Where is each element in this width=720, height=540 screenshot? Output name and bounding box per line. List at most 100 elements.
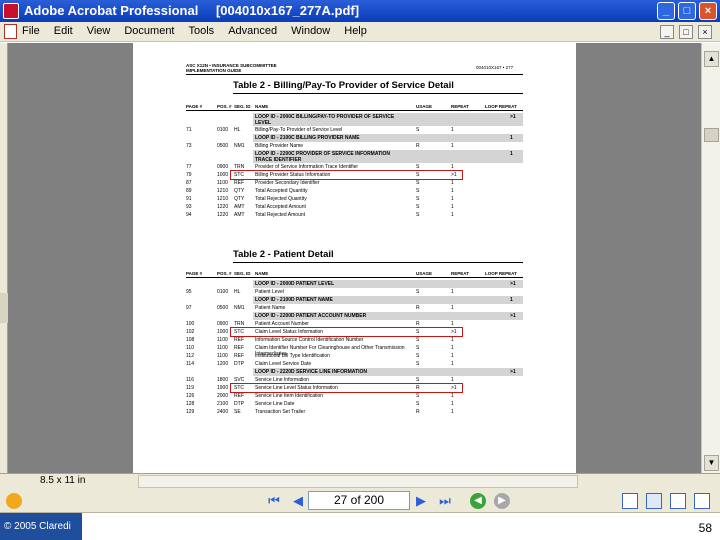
- facing-icon[interactable]: [670, 493, 686, 509]
- doc-restore-button[interactable]: □: [679, 25, 693, 39]
- table2_rows-row-1-pos: 0100: [217, 289, 229, 295]
- column-header-rule-t2: [186, 277, 523, 278]
- table1_rows-row-4-loop: 1: [510, 151, 513, 157]
- table2_rows-row-8-pos: 1100: [217, 345, 228, 351]
- table1_rows-row-5-page: 77: [186, 164, 192, 170]
- table1_rows-row-7-page: 87: [186, 180, 192, 186]
- table1_rows-row-3-name: Billing Provider Name: [255, 143, 304, 149]
- column-header-t2-3: NAME: [255, 271, 269, 276]
- menu-help[interactable]: Help: [344, 25, 367, 37]
- header-rule: [186, 74, 523, 75]
- doc-minimize-button[interactable]: _: [660, 25, 674, 39]
- menu-bar: File Edit View Document Tools Advanced Window H…: [0, 22, 720, 42]
- table2_rows-row-3-page: 97: [186, 305, 192, 311]
- table2_rows-row-1-page: 95: [186, 289, 192, 295]
- table2_rows-row-0-name: LOOP ID - 2000D PATIENT LEVEL: [255, 281, 335, 287]
- continuous-facing-icon[interactable]: [694, 493, 710, 509]
- navigation-pane: [0, 43, 8, 473]
- table2_rows-row-9-name: Institutional Bill Type Identification: [255, 353, 330, 359]
- table1_rows-row-11-usage: S: [416, 212, 420, 218]
- table1_rows-row-9-name: Total Rejected Quantity: [255, 196, 307, 202]
- column-header-t1-5: REPEAT: [451, 104, 469, 109]
- close-button[interactable]: ×: [699, 2, 717, 20]
- previous-view-icon[interactable]: ◀: [470, 493, 486, 509]
- table2_rows-row-7-usage: S: [416, 337, 420, 343]
- table2_rows-row-3-usage: R: [416, 305, 420, 311]
- menu-advanced[interactable]: Advanced: [228, 25, 277, 37]
- menu-view[interactable]: View: [87, 25, 111, 37]
- column-header-t2-1: POS. #: [217, 271, 232, 276]
- table1_rows-row-1-seg: HL: [234, 127, 241, 133]
- table1_rows-row-0-loop: >1: [510, 114, 516, 120]
- table2_rows-row-10-seg: DTP: [234, 361, 244, 367]
- title-bar: Adobe Acrobat Professional [004010x167_2…: [0, 0, 720, 22]
- menu-tools[interactable]: Tools: [189, 25, 215, 37]
- continuous-icon[interactable]: [646, 493, 662, 509]
- table1_rows-row-1-name: Billing/Pay-To Provider of Service Level: [255, 127, 343, 133]
- first-page-icon[interactable]: ⏮: [266, 493, 282, 509]
- table2_rows-row-2-loop: 1: [510, 297, 513, 303]
- vertical-scrollbar[interactable]: ▲ ▼: [701, 43, 720, 473]
- menu-edit[interactable]: Edit: [54, 25, 73, 37]
- table1_rows-row-10-usage: S: [416, 204, 420, 210]
- maximize-button[interactable]: □: [678, 2, 696, 20]
- table1_rows-row-11-page: 94: [186, 212, 192, 218]
- table1_rows-row-8-pos: 1210: [217, 188, 229, 194]
- table1_rows-row-6-page: 79: [186, 172, 192, 178]
- menu-file[interactable]: File: [22, 25, 40, 37]
- next-view-icon[interactable]: ▶: [494, 493, 510, 509]
- table2_rows-row-7-repeat: 1: [451, 337, 454, 343]
- table2_rows-row-0-loop: >1: [510, 281, 516, 287]
- last-page-icon[interactable]: ⏭: [437, 493, 453, 509]
- next-page-icon[interactable]: ▶: [413, 493, 429, 509]
- page-number-field[interactable]: 27 of 200: [308, 491, 410, 510]
- table1_rows-row-7-repeat: 1: [451, 180, 454, 186]
- horizontal-scrollbar[interactable]: [138, 475, 578, 488]
- scroll-down-icon[interactable]: ▼: [704, 455, 719, 471]
- table2_rows-row-8-usage: S: [416, 345, 420, 351]
- table1_rows-row-3-usage: R: [416, 143, 420, 149]
- table2_rows-row-11-loop: >1: [510, 369, 516, 375]
- document-viewport[interactable]: ASC X12N • INSURANCE SUBCOMMITTEE IMPLEM…: [8, 43, 701, 473]
- table2_rows-row-13-pos: 1900: [217, 385, 229, 391]
- scroll-thumb[interactable]: [704, 128, 719, 142]
- table1_rows-row-10-pos: 1220: [217, 204, 229, 210]
- table1_rows-row-3-seg: NM1: [234, 143, 245, 149]
- doc-close-button[interactable]: ×: [698, 25, 712, 39]
- table1_rows-row-8-name: Total Accepted Quantity: [255, 188, 308, 194]
- column-header-t1-2: SEG. ID: [234, 104, 251, 109]
- table1_rows-row-11-name: Total Rejected Amount: [255, 212, 306, 218]
- tips-icon[interactable]: [6, 493, 22, 509]
- menu-document[interactable]: Document: [124, 25, 174, 37]
- table2_rows-row-1-name: Patient Level: [255, 289, 284, 295]
- table1_rows-row-3-page: 73: [186, 143, 192, 149]
- table2_rows-row-11-name: LOOP ID - 2220D SERVICE LINE INFORMATION: [255, 369, 367, 375]
- table2_rows-row-14-seg: REF: [234, 393, 244, 399]
- minimize-button[interactable]: _: [657, 2, 675, 20]
- column-header-t1-3: NAME: [255, 104, 269, 109]
- navigation-pane-tab[interactable]: [0, 293, 8, 323]
- column-header-t2-0: PAGE #: [186, 271, 203, 276]
- table1_rows-row-9-pos: 1210: [217, 196, 229, 202]
- doc-header-left-2: IMPLEMENTATION GUIDE: [186, 68, 242, 73]
- table2-title-rule: [233, 262, 523, 263]
- status-bar: 8.5 x 11 in: [0, 473, 720, 489]
- column-header-t2-2: SEG. ID: [234, 271, 251, 276]
- table2_rows-row-6-page: 102: [186, 329, 195, 335]
- column-header-rule-t1: [186, 110, 523, 111]
- scroll-up-icon[interactable]: ▲: [704, 51, 719, 67]
- table2_rows-row-16-usage: R: [416, 409, 420, 415]
- table2_rows-row-8-seg: REF: [234, 345, 244, 351]
- table1_rows-row-11-pos: 1220: [217, 212, 229, 218]
- menu-window[interactable]: Window: [291, 25, 330, 37]
- table2_rows-row-9-pos: 1100: [217, 353, 228, 359]
- table2_rows-row-6-pos: 1000: [217, 329, 229, 335]
- table1_rows-row-10-name: Total Accepted Amount: [255, 204, 306, 210]
- navigation-toolbar: ⏮ ◀ 27 of 200 ▶ ⏭ ◀ ▶: [0, 489, 720, 513]
- app-title: Adobe Acrobat Professional: [24, 3, 199, 18]
- table1_rows-row-10-page: 93: [186, 204, 192, 210]
- column-header-t1-6: LOOP REPEAT: [485, 104, 517, 109]
- single-page-icon[interactable]: [622, 493, 638, 509]
- previous-page-icon[interactable]: ◀: [290, 493, 306, 509]
- table2_rows-row-15-pos: 2100: [217, 401, 229, 407]
